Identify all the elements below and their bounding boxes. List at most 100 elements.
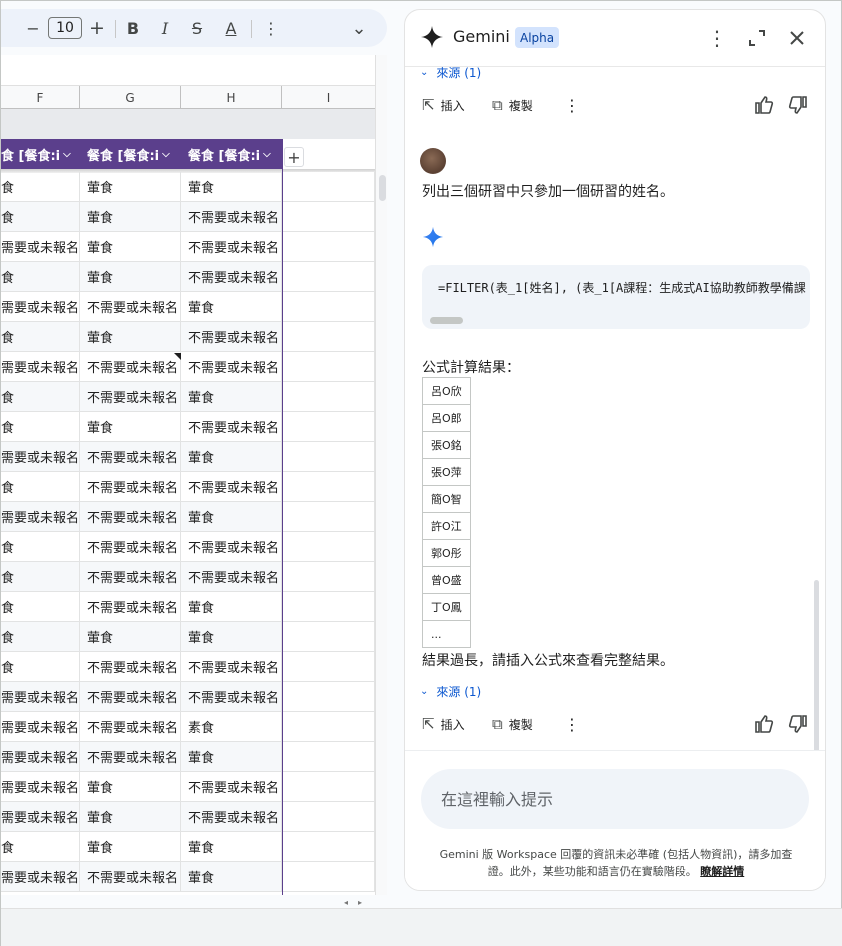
scroll-left-icon[interactable]: ◂ <box>344 898 348 907</box>
empty-cell[interactable] <box>282 742 375 771</box>
empty-cell[interactable] <box>282 412 375 441</box>
table-cell[interactable]: 需要或未報名 <box>1 802 80 831</box>
table-cell[interactable]: 不需要或未報名 <box>80 682 181 711</box>
table-cell[interactable]: 需要或未報名 <box>1 352 80 381</box>
table-cell[interactable]: 葷食 <box>80 772 181 801</box>
chevron-down-icon[interactable]: ⌵ <box>263 149 271 160</box>
table-cell[interactable]: 食 <box>1 172 80 201</box>
code-scrollbar-thumb[interactable] <box>430 317 463 324</box>
table-cell[interactable]: 葷食 <box>181 862 282 891</box>
empty-cell[interactable] <box>282 232 375 261</box>
sheet-vertical-scrollbar[interactable] <box>375 55 387 895</box>
empty-cell[interactable] <box>282 592 375 621</box>
table-cell[interactable]: 不需要或未報名 <box>80 562 181 591</box>
scroll-right-icon[interactable]: ▸ <box>358 898 362 907</box>
empty-cell[interactable] <box>282 622 375 651</box>
table-cell[interactable]: 素食 <box>181 712 282 741</box>
table-cell[interactable]: 不需要或未報名 <box>181 412 282 441</box>
font-size-field[interactable]: 10 <box>48 17 82 39</box>
empty-cell[interactable] <box>282 442 375 471</box>
empty-cell[interactable] <box>282 352 375 381</box>
table-cell[interactable]: 葷食 <box>181 832 282 861</box>
empty-cell[interactable] <box>282 802 375 831</box>
column-header-h[interactable]: H <box>181 86 282 109</box>
table-cell[interactable]: 不需要或未報名 <box>80 472 181 501</box>
formula-code-block[interactable]: =FILTER(表_1[姓名], (表_1[A課程：生成式AI協助教師教學備課 <box>422 265 810 329</box>
table-cell[interactable]: 葷食 <box>181 382 282 411</box>
table-cell[interactable]: 食 <box>1 262 80 291</box>
table-cell[interactable]: 食 <box>1 832 80 861</box>
table-cell[interactable]: 葷食 <box>181 172 282 201</box>
cell-note-marker[interactable] <box>174 353 181 360</box>
empty-cell[interactable] <box>282 532 375 561</box>
table-cell[interactable]: 不需要或未報名 <box>80 592 181 621</box>
empty-cell[interactable] <box>282 502 375 531</box>
table-header-f[interactable]: 食 [餐食:i ⌵ <box>1 139 80 169</box>
table-header-g[interactable]: 餐食 [餐食:i ⌵ <box>80 139 181 169</box>
sources-toggle[interactable]: ⌄ 來源 (1) <box>420 681 481 701</box>
table-cell[interactable]: 葷食 <box>80 262 181 291</box>
empty-cell[interactable] <box>282 382 375 411</box>
expand-icon[interactable] <box>743 24 771 52</box>
table-cell[interactable]: 食 <box>1 202 80 231</box>
add-column-button[interactable]: + <box>284 147 304 167</box>
table-cell[interactable]: 不需要或未報名 <box>80 862 181 891</box>
horizontal-scroll-controls[interactable]: ◂ ▸ <box>344 895 376 909</box>
empty-cell[interactable] <box>282 772 375 801</box>
table-cell[interactable]: 葷食 <box>80 832 181 861</box>
table-cell[interactable]: 不需要或未報名 <box>80 382 181 411</box>
table-cell[interactable]: 不需要或未報名 <box>181 652 282 681</box>
empty-cell[interactable] <box>282 862 375 891</box>
empty-cell[interactable] <box>282 322 375 351</box>
empty-cell[interactable] <box>282 292 375 321</box>
scrollbar-thumb[interactable] <box>379 175 386 201</box>
table-cell[interactable]: 葷食 <box>181 742 282 771</box>
table-cell[interactable]: 葷食 <box>80 802 181 831</box>
collapse-toolbar-icon[interactable]: ⌄ <box>349 9 369 47</box>
insert-button[interactable]: ⇱ 插入 <box>422 90 465 120</box>
empty-cell[interactable] <box>282 682 375 711</box>
table-cell[interactable]: 不需要或未報名 <box>181 802 282 831</box>
table-cell[interactable]: 不需要或未報名 <box>80 532 181 561</box>
table-cell[interactable]: 食 <box>1 622 80 651</box>
table-cell[interactable]: 食 <box>1 652 80 681</box>
more-vert-icon[interactable]: ⋮ <box>703 24 731 52</box>
italic-button[interactable]: I <box>155 9 175 47</box>
table-cell[interactable]: 需要或未報名 <box>1 742 80 771</box>
empty-cell[interactable] <box>282 472 375 501</box>
table-cell[interactable]: 不需要或未報名 <box>181 322 282 351</box>
copy-button[interactable]: ⧉ 複製 <box>492 90 533 120</box>
table-cell[interactable]: 不需要或未報名 <box>80 652 181 681</box>
close-icon[interactable] <box>783 24 811 52</box>
empty-cell[interactable] <box>282 202 375 231</box>
text-color-button[interactable]: A <box>219 9 243 47</box>
table-cell[interactable]: 需要或未報名 <box>1 862 80 891</box>
empty-cell[interactable] <box>282 172 375 201</box>
table-cell[interactable]: 不需要或未報名 <box>181 472 282 501</box>
table-cell[interactable]: 需要或未報名 <box>1 682 80 711</box>
sources-toggle[interactable]: ⌄ 來源 (1) <box>420 62 481 82</box>
decrease-font-size-button[interactable]: − <box>23 9 43 47</box>
empty-cell[interactable] <box>282 262 375 291</box>
table-cell[interactable]: 不需要或未報名 <box>181 562 282 591</box>
table-cell[interactable]: 不需要或未報名 <box>181 262 282 291</box>
table-cell[interactable]: 需要或未報名 <box>1 502 80 531</box>
table-cell[interactable]: 食 <box>1 412 80 441</box>
panel-scrollbar-thumb[interactable] <box>814 580 819 755</box>
strikethrough-button[interactable]: S <box>187 9 207 47</box>
table-cell[interactable]: 葷食 <box>80 172 181 201</box>
empty-cell[interactable] <box>282 712 375 741</box>
thumbs-up-icon[interactable] <box>752 712 776 736</box>
increase-font-size-button[interactable]: + <box>87 9 107 47</box>
prompt-input[interactable] <box>421 769 809 829</box>
table-cell[interactable]: 不需要或未報名 <box>80 292 181 321</box>
table-cell[interactable]: 葷食 <box>181 442 282 471</box>
empty-cell[interactable] <box>282 562 375 591</box>
table-cell[interactable]: 葷食 <box>80 322 181 351</box>
table-cell[interactable]: 不需要或未報名 <box>181 202 282 231</box>
table-cell[interactable]: 食 <box>1 472 80 501</box>
copy-button[interactable]: ⧉ 複製 <box>492 709 533 739</box>
thumbs-up-icon[interactable] <box>752 93 776 117</box>
table-cell[interactable]: 不需要或未報名 <box>181 352 282 381</box>
table-cell[interactable]: 不需要或未報名 <box>80 502 181 531</box>
